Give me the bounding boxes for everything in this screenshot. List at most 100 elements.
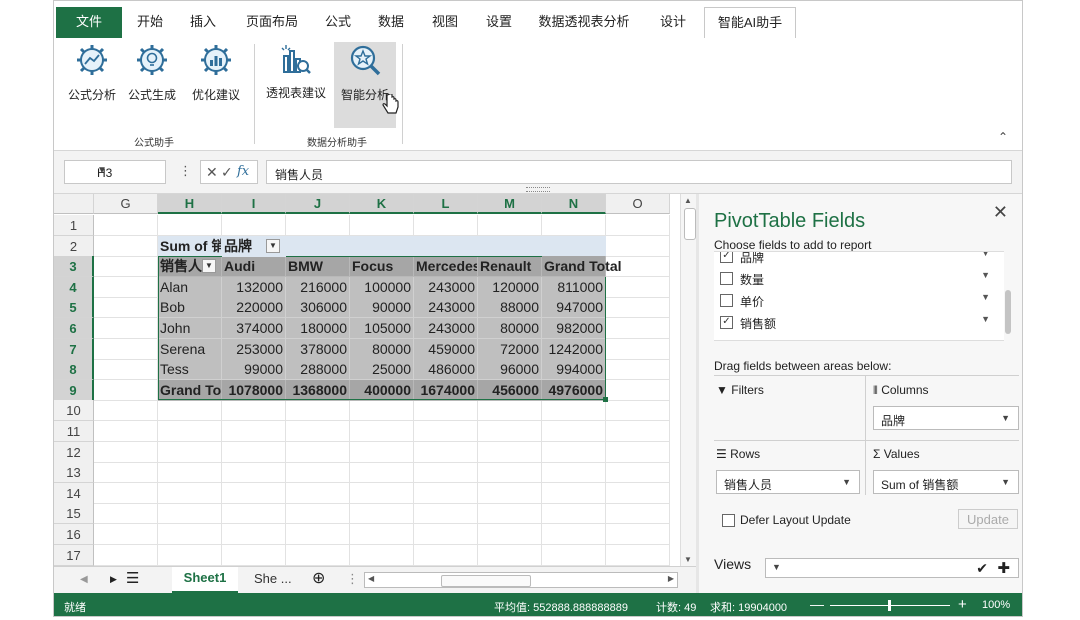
add-icon[interactable]: ✚	[997, 559, 1010, 577]
cell[interactable]	[286, 524, 350, 545]
cell[interactable]	[94, 421, 158, 442]
cell[interactable]	[286, 462, 350, 484]
cell[interactable]	[94, 318, 158, 339]
cell[interactable]	[158, 400, 222, 422]
views-dropdown[interactable]: ▼ ✔ ✚	[765, 558, 1019, 578]
column-header[interactable]: N	[542, 194, 606, 214]
cancel-icon[interactable]: ✕	[206, 164, 218, 181]
cell[interactable]	[478, 441, 542, 463]
pivot-value-cell[interactable]: 947000	[542, 297, 606, 319]
row-header[interactable]: 8	[54, 359, 94, 381]
function-icon[interactable]: fx	[237, 164, 249, 179]
resize-handle[interactable]	[526, 187, 550, 192]
row-header[interactable]: 14	[54, 482, 94, 504]
column-header[interactable]: K	[350, 194, 414, 214]
zoom-out-icon[interactable]: —	[810, 596, 824, 612]
hscroll-thumb[interactable]	[441, 575, 531, 587]
cell[interactable]	[606, 235, 670, 257]
cell[interactable]	[222, 544, 286, 566]
cell[interactable]	[478, 421, 542, 442]
cell[interactable]	[606, 276, 670, 298]
column-filter-dropdown[interactable]: ▼	[266, 238, 280, 253]
zoom-slider-thumb[interactable]	[888, 600, 891, 611]
row-header[interactable]: 6	[54, 318, 94, 339]
chevron-down-icon[interactable]: ▼	[981, 252, 990, 258]
row-header[interactable]: 11	[54, 421, 94, 442]
cell[interactable]	[606, 441, 670, 463]
zoom-in-icon[interactable]: +	[958, 596, 967, 613]
pivot-row-label[interactable]: Tess	[158, 359, 222, 381]
pivot-value-cell[interactable]: 80000	[478, 318, 542, 339]
pivot-title-cell[interactable]	[414, 235, 478, 257]
cell[interactable]	[606, 524, 670, 545]
cell[interactable]	[542, 544, 606, 566]
optimize-suggestion-button[interactable]: 优化建议	[184, 42, 248, 103]
tab-view[interactable]: 视图	[422, 7, 468, 37]
chevron-down-icon[interactable]: ▼	[981, 314, 990, 324]
cell[interactable]	[94, 482, 158, 504]
pivot-row-label[interactable]: Bob	[158, 297, 222, 319]
cell[interactable]	[350, 462, 414, 484]
cell[interactable]	[158, 482, 222, 504]
pivot-value-cell[interactable]: 25000	[350, 359, 414, 381]
cell[interactable]	[414, 544, 478, 566]
cell[interactable]	[94, 235, 158, 257]
pivot-column-header[interactable]: Audi	[222, 256, 286, 278]
pivot-value-cell[interactable]: 1242000	[542, 338, 606, 360]
row-header[interactable]: 10	[54, 400, 94, 422]
cell[interactable]	[542, 400, 606, 422]
cell[interactable]	[414, 482, 478, 504]
cell[interactable]	[542, 215, 606, 236]
cell[interactable]	[414, 503, 478, 525]
rows-field-dropdown[interactable]: 销售人员 ▼	[716, 470, 860, 494]
defer-checkbox[interactable]	[722, 514, 735, 527]
tab-design[interactable]: 设计	[650, 7, 696, 37]
select-all-corner[interactable]	[54, 194, 94, 214]
pivot-title-cell[interactable]: Sum of 销售额	[158, 235, 222, 257]
cell[interactable]	[94, 503, 158, 525]
row-header[interactable]: 7	[54, 338, 94, 360]
tab-ai-assistant[interactable]: 智能AI助手	[704, 7, 796, 39]
pivot-value-cell[interactable]: 378000	[286, 338, 350, 360]
pivot-value-cell[interactable]: 90000	[350, 297, 414, 319]
values-field-dropdown[interactable]: Sum of 销售额 ▼	[873, 470, 1019, 494]
confirm-icon[interactable]: ✓	[221, 164, 233, 181]
pivot-grand-total-cell[interactable]: 456000	[478, 379, 542, 401]
pivot-title-cell[interactable]	[350, 235, 414, 257]
cell[interactable]	[606, 462, 670, 484]
field-item-sales[interactable]: ✓ 销售额 ▼	[720, 311, 990, 333]
fill-handle[interactable]	[603, 397, 608, 403]
cell[interactable]	[350, 482, 414, 504]
pivot-value-cell[interactable]: 243000	[414, 297, 478, 319]
cell[interactable]	[94, 544, 158, 566]
cell[interactable]	[606, 400, 670, 422]
pivot-row-label[interactable]: Alan	[158, 276, 222, 298]
pivot-row-label[interactable]: John	[158, 318, 222, 339]
row-header[interactable]: 2	[54, 235, 94, 257]
cell[interactable]	[414, 462, 478, 484]
columns-field-dropdown[interactable]: 品牌 ▼	[873, 406, 1019, 430]
row-header[interactable]: 12	[54, 441, 94, 463]
cell[interactable]	[478, 482, 542, 504]
pivot-grand-total-cell[interactable]: 1368000	[286, 379, 350, 401]
cell[interactable]	[542, 503, 606, 525]
cell[interactable]	[478, 400, 542, 422]
cell[interactable]	[542, 441, 606, 463]
column-header[interactable]: J	[286, 194, 350, 214]
row-header[interactable]: 13	[54, 462, 94, 484]
sheet-tab-other[interactable]: She ...	[254, 571, 292, 586]
cell[interactable]	[94, 441, 158, 463]
cell[interactable]	[606, 482, 670, 504]
pivot-value-cell[interactable]: 72000	[478, 338, 542, 360]
cell[interactable]	[94, 359, 158, 381]
pivot-column-header[interactable]: BMW	[286, 256, 350, 278]
cell[interactable]	[286, 441, 350, 463]
pivot-grand-total-cell[interactable]: 1674000	[414, 379, 478, 401]
row-header[interactable]: 5	[54, 297, 94, 319]
pivot-title-cell[interactable]	[286, 235, 350, 257]
pivot-column-header[interactable]: Renault	[478, 256, 542, 278]
row-header[interactable]: 1	[54, 215, 94, 236]
cell[interactable]	[222, 215, 286, 236]
cell[interactable]	[94, 462, 158, 484]
pivot-value-cell[interactable]: 120000	[478, 276, 542, 298]
